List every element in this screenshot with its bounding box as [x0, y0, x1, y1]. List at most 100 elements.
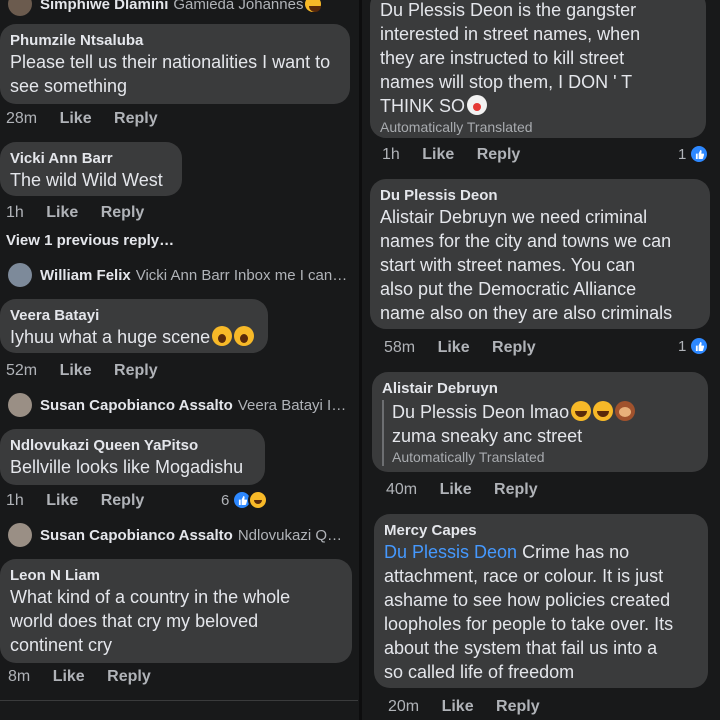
comment-bubble[interactable]: Mercy Capes Du Plessis Deon Crime has no… [374, 514, 708, 688]
comment-text: see something [10, 76, 128, 96]
comment-text: start with street names. You can [380, 255, 636, 275]
reply-preview[interactable]: William Felix Vicki Ann Barr Inbox me I … [8, 263, 348, 287]
comment-actions: 28m Like Reply [6, 110, 176, 128]
timestamp: 28m [6, 110, 38, 127]
comment-author[interactable]: Phumzile Ntsaluba [10, 31, 340, 50]
comment-author[interactable]: Veera Batayi [10, 306, 258, 325]
avatar[interactable] [8, 393, 32, 417]
comment-bubble[interactable]: Alistair Debruyn Du Plessis Deon lmao zu… [372, 372, 708, 472]
avatar[interactable] [8, 0, 32, 16]
like-button[interactable]: Like [422, 146, 454, 164]
translation-note[interactable]: Automatically Translated [380, 118, 696, 136]
reply-preview[interactable]: Susan Capobianco Assalto Veera Batayi If… [8, 393, 348, 417]
timestamp: 40m [386, 481, 418, 498]
like-button[interactable]: Like [442, 698, 474, 716]
comment-bubble[interactable]: Du Plessis Deon is the gangster interest… [370, 0, 706, 138]
avatar[interactable] [8, 523, 32, 547]
like-button[interactable]: Like [440, 481, 472, 499]
comment-bubble[interactable]: Du Plessis Deon Alistair Debruyn we need… [370, 179, 710, 329]
comment-author[interactable]: Vicki Ann Barr [10, 149, 172, 168]
reply-author[interactable]: Susan Capobianco Assalto [40, 527, 233, 544]
reaction-summary[interactable]: 1 [678, 336, 710, 356]
timestamp: 52m [6, 362, 38, 379]
reply-preview[interactable]: Susan Capobianco Assalto Ndlovukazi Que… [8, 523, 348, 547]
like-reaction-icon [689, 336, 710, 356]
reply-author[interactable]: William Felix [40, 267, 131, 284]
clown-emoji-icon [467, 95, 488, 115]
comment-text: Bellville looks like Mogadishu [10, 457, 244, 477]
comment-text: names for the city and towns we can [380, 231, 672, 251]
reply-snippet: Vicki Ann Barr Inbox me I can t… [135, 266, 348, 284]
like-button[interactable]: Like [53, 668, 85, 686]
comment-actions: 40m Like Reply [386, 481, 556, 499]
quoted-reply: Du Plessis Deon lmao zuma sneaky anc str… [382, 400, 698, 466]
reply-preview[interactable]: Simphiwe Dlamini Gamieda Johannes [8, 0, 348, 16]
comment-author[interactable]: Alistair Debruyn [382, 379, 698, 398]
timestamp: 20m [388, 698, 420, 715]
mention-link[interactable]: Du Plessis Deon [384, 542, 517, 562]
comment-text: Alistair Debruyn we need criminal [380, 207, 648, 227]
comment-actions: 8m Like Reply [8, 668, 169, 686]
reply-author[interactable]: Susan Capobianco Assalto [40, 397, 233, 414]
reaction-count: 1 [678, 337, 687, 355]
comment-text: Du Plessis Deon lmao [392, 402, 570, 422]
comment-author[interactable]: Ndlovukazi Queen YaPitso [10, 436, 255, 455]
reaction-summary[interactable]: 6 [221, 490, 269, 510]
like-button[interactable]: Like [438, 339, 470, 357]
timestamp: 58m [384, 339, 416, 356]
comment-text: ashame to see how policies created [384, 590, 671, 610]
reply-button[interactable]: Reply [107, 668, 151, 686]
timestamp: 8m [8, 668, 31, 685]
like-reaction-icon [689, 144, 710, 164]
comment-text: they are instructed to kill street [380, 48, 625, 68]
comment-text: name also on they are also criminals [380, 303, 673, 323]
like-button[interactable]: Like [60, 362, 92, 380]
comment-actions: 1h Like Reply [6, 204, 162, 222]
comment-bubble[interactable]: Leon N Liam What kind of a country in th… [0, 559, 352, 663]
like-button[interactable]: Like [46, 492, 78, 510]
comment-text: interested in street names, when [380, 24, 641, 44]
translation-note[interactable]: Automatically Translated [392, 448, 698, 466]
comment-text: Iyhuu what a huge scene [10, 327, 211, 347]
reply-snippet: Gamieda Johannes [173, 0, 304, 13]
timestamp: 1h [6, 204, 24, 221]
comment-bubble[interactable]: Phumzile Ntsaluba Please tell us their n… [0, 24, 350, 104]
comment-author[interactable]: Leon N Liam [10, 566, 342, 585]
reply-button[interactable]: Reply [101, 492, 145, 510]
comment-text: zuma sneaky anc street [392, 426, 583, 446]
reply-snippet: Ndlovukazi Que… [237, 526, 348, 544]
astonished-emoji-icon [234, 326, 255, 346]
comment-text: names will stop them, I DON ' T [380, 72, 633, 92]
comment-bubble[interactable]: Ndlovukazi Queen YaPitso Bellville looks… [0, 429, 265, 485]
view-previous-replies-link[interactable]: View 1 previous reply… [6, 232, 174, 249]
comment-text: continent cry [10, 635, 113, 655]
reply-button[interactable]: Reply [477, 146, 521, 164]
comment-text: attachment, race or colour. It is just [384, 566, 664, 586]
comment-bubble[interactable]: Vicki Ann Barr The wild Wild West [0, 142, 182, 196]
comment-bubble[interactable]: Veera Batayi Iyhuu what a huge scene [0, 299, 268, 353]
comment-author[interactable]: Mercy Capes [384, 521, 698, 540]
comment-text: loopholes for people to take over. Its [384, 614, 674, 634]
haha-reaction-icon [248, 490, 269, 510]
avatar[interactable] [8, 263, 32, 287]
comment-author[interactable]: Du Plessis Deon [380, 186, 700, 205]
rofl-emoji-icon [571, 401, 592, 421]
reply-snippet: Veera Batayi If … [237, 396, 348, 414]
reply-author[interactable]: Simphiwe Dlamini [40, 0, 168, 13]
reply-button[interactable]: Reply [494, 481, 538, 499]
reply-button[interactable]: Reply [492, 339, 536, 357]
reply-button[interactable]: Reply [114, 110, 158, 128]
comment-text: THINK SO [380, 96, 466, 116]
comment-text: The wild Wild West [10, 170, 163, 190]
comment-text: about the system that fail us into a [384, 638, 658, 658]
reaction-count: 1 [678, 145, 687, 163]
reaction-count: 6 [221, 491, 230, 509]
reply-button[interactable]: Reply [114, 362, 158, 380]
comment-text: Please tell us their nationalities I wan… [10, 52, 331, 72]
reply-button[interactable]: Reply [101, 204, 145, 222]
comment-actions: 1h Like Reply [6, 492, 162, 510]
like-button[interactable]: Like [60, 110, 92, 128]
like-button[interactable]: Like [46, 204, 78, 222]
reaction-summary[interactable]: 1 [678, 144, 710, 164]
reply-button[interactable]: Reply [496, 698, 540, 716]
